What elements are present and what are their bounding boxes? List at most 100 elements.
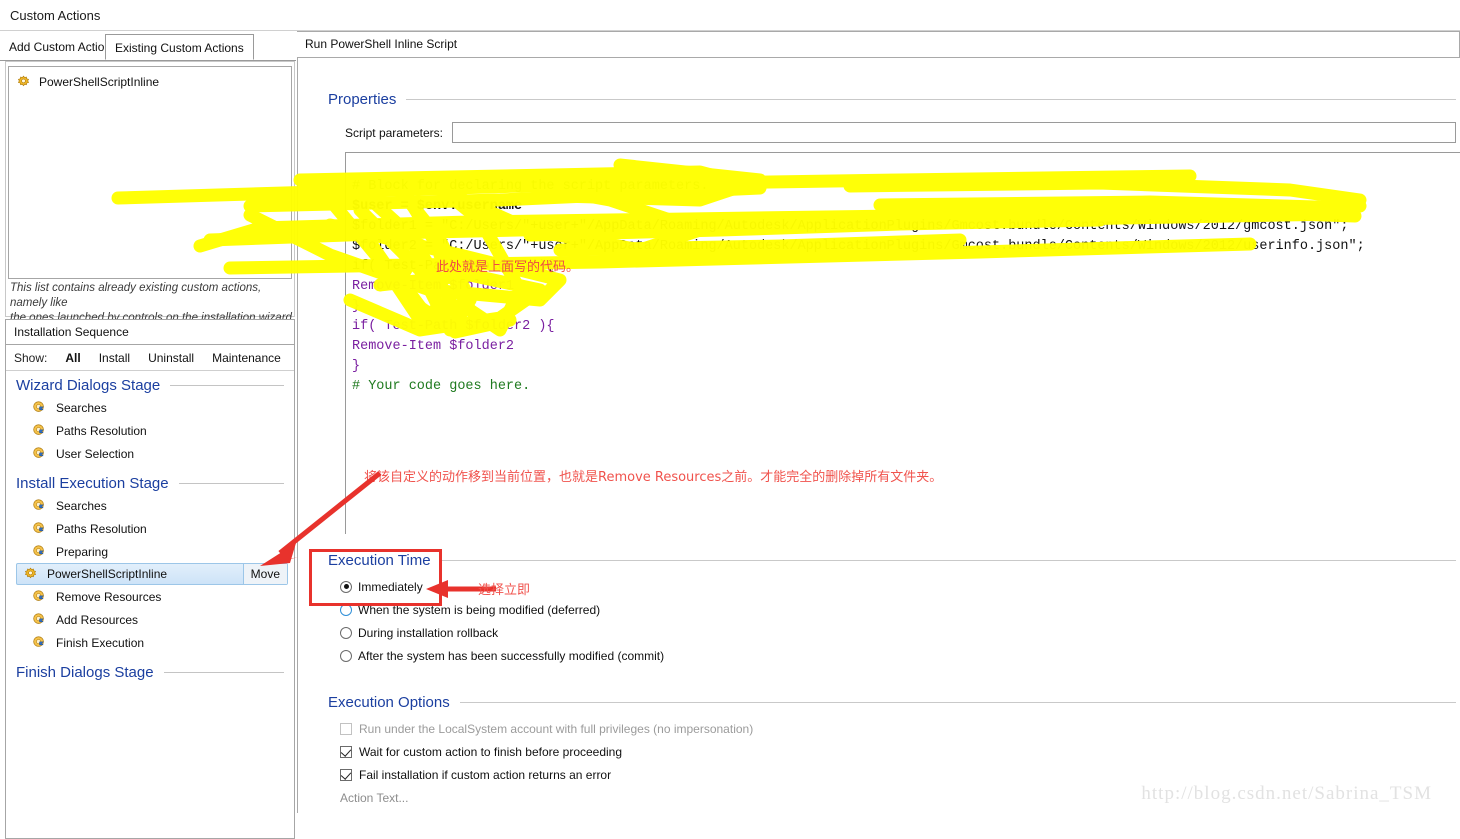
filter-maintenance[interactable]: Maintenance [212, 351, 281, 365]
radio-deferred[interactable]: When the system is being modified (defer… [340, 598, 1456, 621]
move-button[interactable]: Move [242, 564, 287, 584]
radio-label: After the system has been successfully m… [358, 648, 665, 663]
sequence-item-label: User Selection [56, 446, 135, 461]
sequence-item-add-resources[interactable]: Add Resources [6, 608, 294, 631]
gear-icon [23, 567, 38, 582]
tab-add-custom-action[interactable]: Add Custom Action [0, 34, 120, 60]
divider [440, 560, 1456, 561]
code-line-3: $folder1 = "C:/Users/"+user+"/AppData/Ro… [352, 219, 1349, 234]
watermark-url: http://blog.csdn.net/Sabrina_TSM [1141, 783, 1432, 804]
code-line-10: } [352, 359, 361, 374]
stage-header-install-execution: Install Execution Stage [6, 465, 294, 494]
tab-existing-custom-actions[interactable]: Existing Custom Actions [105, 34, 254, 60]
action-arrow-icon [32, 635, 47, 650]
tabstrip: Add Custom Action Existing Custom Action… [0, 34, 296, 61]
list-item[interactable]: PowerShellScriptInline [9, 71, 291, 93]
existing-actions-listbox[interactable]: PowerShellScriptInline [8, 66, 292, 279]
divider [406, 99, 1456, 100]
properties-title: Properties [328, 91, 397, 108]
checkbox-label: Run under the LocalSystem account with f… [359, 721, 754, 736]
code-line-4: $folder2 = "C:/Users/"+user+"/AppData/Ro… [352, 239, 1365, 254]
sequence-item-label: Remove Resources [56, 589, 162, 604]
sequence-item-label: Add Resources [56, 612, 139, 627]
divider [170, 385, 284, 386]
divider [178, 483, 284, 484]
script-parameters-input[interactable] [452, 122, 1456, 143]
code-line-2: $user = $env:username [352, 199, 523, 214]
stage-header-wizard-dialogs: Wizard Dialogs Stage [6, 371, 294, 396]
annotation-move-action-note: 将该自定义的动作移到当前位置，也就是Remove Resources之前。才能完… [364, 470, 943, 485]
checkbox-wait-for-finish[interactable]: Wait for custom action to finish before … [340, 740, 1456, 763]
execution-time-group: Execution Time Immediately When the syst… [328, 552, 1456, 667]
page-title: Custom Actions [10, 7, 101, 23]
sequence-item-label: Finish Execution [56, 635, 145, 650]
radio-commit[interactable]: After the system has been successfully m… [340, 644, 1456, 667]
gear-icon [16, 75, 31, 90]
radio-label: When the system is being modified (defer… [358, 602, 601, 617]
script-parameters-label: Script parameters: [344, 125, 443, 140]
stage-header-finish-dialogs: Finish Dialogs Stage [6, 654, 294, 683]
execution-options-title: Execution Options [328, 694, 450, 711]
action-arrow-icon [32, 521, 47, 536]
hint-line-1: This list contains already existing cust… [10, 282, 262, 309]
right-panel-header: Run PowerShell Inline Script [297, 31, 1460, 58]
annotation-select-immediately-note: 选择立即 [478, 583, 531, 598]
show-label: Show: [14, 350, 48, 365]
sequence-item-remove-resources[interactable]: Remove Resources [6, 585, 294, 608]
sequence-item-label: PowerShellScriptInline [47, 567, 168, 581]
checkbox-label: Wait for custom action to finish before … [359, 744, 623, 759]
action-arrow-icon [32, 446, 47, 461]
radio-rollback[interactable]: During installation rollback [340, 621, 1456, 644]
annotation-code-note: 此处就是上面写的代码。 [436, 260, 580, 275]
window-titlebar: Custom Actions [0, 0, 1460, 31]
sequence-item-preparing[interactable]: Preparing [6, 540, 294, 563]
sequence-item-powershellscriptinline[interactable]: PowerShellScriptInline Move [16, 563, 288, 585]
radio-button-icon[interactable] [340, 580, 352, 593]
sequence-item-label: Preparing [56, 544, 109, 559]
checkbox-icon[interactable] [340, 745, 352, 758]
list-item-label: PowerShellScriptInline [39, 75, 160, 89]
show-filter-row: Show: All Install Uninstall Maintenance [6, 345, 294, 371]
radio-label: Immediately [358, 579, 423, 594]
properties-group: Properties Script parameters: [328, 91, 1456, 143]
checkbox-icon [340, 722, 352, 735]
stage-title: Finish Dialogs Stage [16, 664, 154, 681]
left-pane: Add Custom Action Existing Custom Action… [0, 31, 296, 839]
sequence-item-finish-execution[interactable]: Finish Execution [6, 631, 294, 654]
action-arrow-icon [32, 544, 47, 559]
checkbox-icon[interactable] [340, 768, 352, 781]
action-arrow-icon [32, 423, 47, 438]
checkbox-label: Fail installation if custom action retur… [359, 767, 612, 782]
action-arrow-icon [32, 400, 47, 415]
execution-time-title: Execution Time [328, 552, 431, 569]
action-arrow-icon [32, 612, 47, 627]
radio-label: During installation rollback [358, 625, 499, 640]
action-arrow-icon [32, 589, 47, 604]
stage-title: Wizard Dialogs Stage [16, 377, 161, 394]
sequence-item-searches-wizard[interactable]: Searches [6, 396, 294, 419]
sequence-item-label: Searches [56, 498, 107, 513]
code-line-9: Remove-Item $folder2 [352, 339, 515, 354]
execution-time-header: Execution Time [328, 552, 1456, 569]
divider [459, 702, 1456, 703]
filter-all[interactable]: All [65, 351, 80, 365]
sequence-item-paths-resolution-install[interactable]: Paths Resolution [6, 517, 294, 540]
sequence-item-paths-resolution-wizard[interactable]: Paths Resolution [6, 419, 294, 442]
radio-button-icon[interactable] [340, 626, 352, 639]
sequence-item-label: Paths Resolution [56, 521, 147, 536]
action-arrow-icon [32, 498, 47, 513]
radio-button-icon[interactable] [340, 649, 352, 662]
script-parameters-row: Script parameters: [328, 122, 1456, 143]
sequence-item-searches-install[interactable]: Searches [6, 494, 294, 517]
filter-install[interactable]: Install [99, 351, 130, 365]
execution-options-header: Execution Options [328, 694, 1456, 711]
sequence-item-user-selection-wizard[interactable]: User Selection [6, 442, 294, 465]
properties-group-header: Properties [328, 91, 1456, 108]
filter-uninstall[interactable]: Uninstall [148, 351, 194, 365]
code-content: # Block for declaring the script paramet… [346, 153, 1460, 437]
radio-button-icon[interactable] [340, 603, 352, 616]
divider [163, 672, 284, 673]
installation-sequence-panel: Installation Sequence Show: All Install … [5, 319, 295, 839]
app-root: Custom Actions Add Custom Action Existin… [0, 0, 1460, 839]
code-line-11: # Your code goes here. [352, 379, 531, 394]
